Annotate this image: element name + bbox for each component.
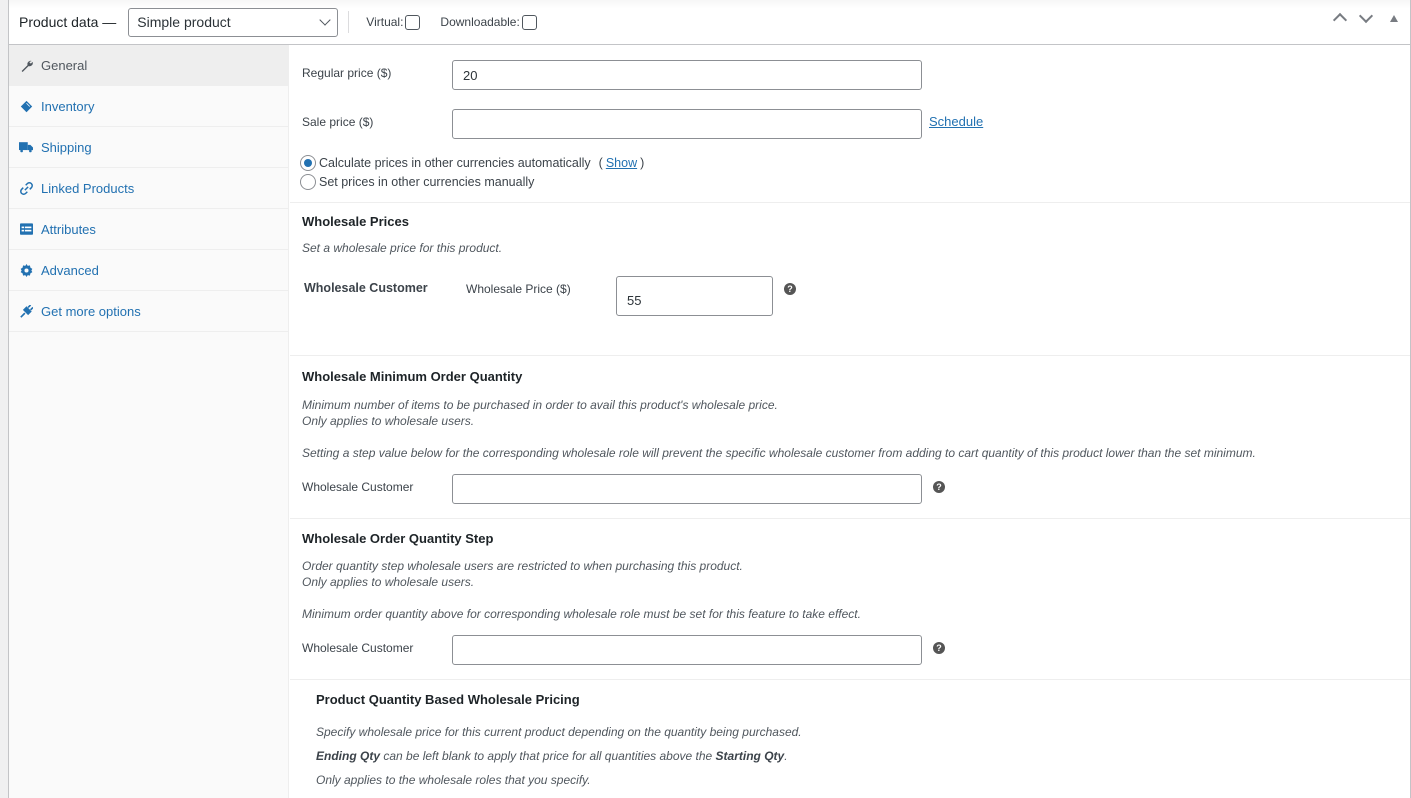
tab-attributes[interactable]: Attributes	[9, 209, 288, 250]
product-data-panel: Product data — Simple product Virtual: D…	[8, 0, 1411, 798]
desc-text: .	[784, 749, 788, 763]
wholesale-prices-title: Wholesale Prices	[302, 214, 409, 229]
sale-price-input[interactable]	[452, 109, 922, 139]
qty-based-pricing-desc-3: Only applies to the wholesale roles that…	[316, 773, 591, 787]
virtual-option[interactable]: Virtual:	[366, 14, 421, 30]
currency-manual-option[interactable]: Set prices in other currencies manually	[300, 174, 534, 190]
gear-icon	[19, 263, 33, 277]
wholesale-prices-description: Set a wholesale price for this product.	[302, 241, 503, 255]
wholesale-price-value: 55	[627, 292, 642, 308]
product-type-select[interactable]: Simple product	[128, 7, 339, 37]
section-divider	[290, 355, 1410, 356]
regular-price-label: Regular price ($)	[302, 66, 392, 80]
move-up-icon[interactable]	[1332, 11, 1346, 25]
help-icon[interactable]: ?	[933, 642, 945, 654]
currency-manual-label: Set prices in other currencies manually	[319, 175, 535, 189]
currency-manual-radio[interactable]	[300, 174, 316, 190]
panel-actions	[1332, 11, 1398, 25]
virtual-checkbox[interactable]	[405, 14, 421, 30]
plug-icon	[19, 304, 33, 318]
product-data-header: Product data — Simple product Virtual: D…	[9, 0, 1410, 45]
tab-label: Advanced	[41, 262, 99, 278]
tab-general[interactable]: General	[9, 45, 288, 86]
order-qty-step-input[interactable]	[452, 635, 922, 665]
virtual-label: Virtual:	[366, 15, 404, 29]
wholesale-price-input[interactable]: 55	[616, 276, 773, 316]
order-qty-step-desc-3: Minimum order quantity above for corresp…	[302, 607, 861, 621]
qty-based-pricing-desc-1: Specify wholesale price for this current…	[316, 725, 802, 739]
min-order-qty-title: Wholesale Minimum Order Quantity	[302, 369, 523, 384]
order-qty-step-title: Wholesale Order Quantity Step	[302, 531, 494, 546]
list-card-icon	[19, 222, 33, 236]
downloadable-checkbox[interactable]	[521, 14, 537, 30]
tab-label: Linked Products	[41, 180, 135, 196]
wrench-icon	[19, 58, 33, 72]
min-order-qty-desc-1: Minimum number of items to be purchased …	[302, 398, 778, 412]
regular-price-value: 20	[463, 67, 478, 83]
tab-label: Shipping	[41, 139, 92, 155]
qty-based-pricing-title: Product Quantity Based Wholesale Pricing	[316, 692, 580, 707]
move-down-icon[interactable]	[1358, 11, 1372, 25]
wholesale-price-label: Wholesale Price ($)	[466, 282, 571, 296]
min-order-qty-desc-2: Only applies to wholesale users.	[302, 414, 475, 428]
downloadable-label: Downloadable:	[440, 15, 520, 29]
wholesale-role-label: Wholesale Customer	[304, 281, 428, 295]
regular-price-input[interactable]: 20	[452, 60, 922, 90]
tab-inventory[interactable]: Inventory	[9, 86, 288, 127]
help-icon[interactable]: ?	[933, 481, 945, 493]
currency-auto-radio[interactable]	[300, 155, 316, 171]
show-currencies-link[interactable]: Show	[606, 156, 637, 170]
product-type-value: Simple product	[137, 14, 231, 30]
order-qty-step-desc-1: Order quantity step wholesale users are …	[302, 559, 743, 573]
header-divider	[348, 11, 350, 33]
show-paren-open: (	[598, 156, 603, 170]
tag-icon	[19, 99, 33, 113]
starting-qty-emphasis: Starting Qty	[715, 749, 785, 763]
tab-label: Attributes	[41, 221, 96, 237]
tab-label: Inventory	[41, 98, 95, 114]
help-icon[interactable]: ?	[784, 283, 796, 295]
general-panel: Regular price ($) 20 Sale price ($) Sche…	[290, 45, 1410, 798]
chevron-down-icon	[319, 14, 331, 26]
min-order-qty-field-label: Wholesale Customer	[302, 480, 414, 494]
section-divider	[290, 518, 1410, 519]
tab-label: General	[41, 57, 88, 73]
show-paren-close: )	[640, 156, 645, 170]
qty-based-pricing-desc-2: Ending Qty can be left blank to apply th…	[316, 748, 788, 764]
min-order-qty-desc-3: Setting a step value below for the corre…	[302, 446, 1256, 460]
downloadable-option[interactable]: Downloadable:	[440, 14, 537, 30]
order-qty-step-field-label: Wholesale Customer	[302, 641, 414, 655]
section-divider	[290, 202, 1410, 203]
truck-icon	[19, 140, 33, 154]
currency-auto-option[interactable]: Calculate prices in other currencies aut…	[300, 155, 644, 171]
tab-linked-products[interactable]: Linked Products	[9, 168, 288, 209]
tab-shipping[interactable]: Shipping	[9, 127, 288, 168]
link-icon	[19, 181, 33, 195]
collapse-toggle-icon[interactable]	[1390, 14, 1398, 22]
ending-qty-emphasis: Ending Qty	[316, 749, 380, 763]
currency-auto-label: Calculate prices in other currencies aut…	[319, 156, 591, 170]
desc-text: can be left blank to apply that price fo…	[380, 749, 716, 763]
tab-get-more-options[interactable]: Get more options	[9, 291, 288, 332]
tab-label: Get more options	[41, 303, 141, 319]
product-data-tabs: General Inventory Shipping Linked Produc…	[9, 45, 289, 798]
product-data-title: Product data —	[19, 14, 117, 30]
section-divider	[290, 679, 1410, 680]
sale-price-label: Sale price ($)	[302, 115, 374, 129]
schedule-link[interactable]: Schedule	[929, 114, 983, 129]
order-qty-step-desc-2: Only applies to wholesale users.	[302, 575, 475, 589]
min-order-qty-input[interactable]	[452, 474, 922, 504]
tab-advanced[interactable]: Advanced	[9, 250, 288, 291]
